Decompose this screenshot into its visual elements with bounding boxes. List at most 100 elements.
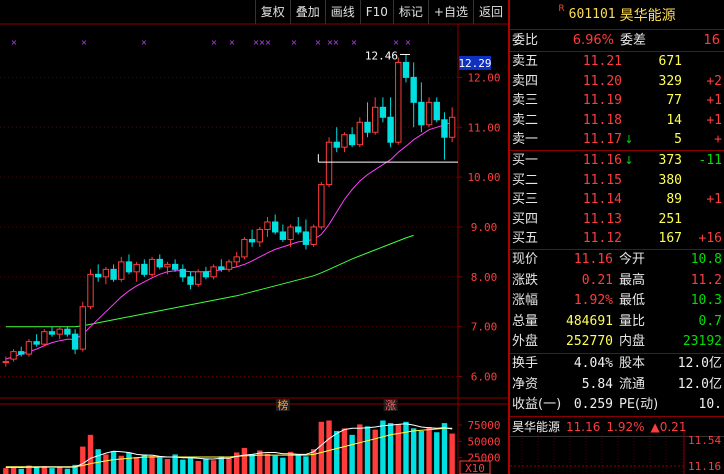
weicha-label: 委差 bbox=[620, 33, 647, 48]
candle-body bbox=[325, 141, 333, 186]
buy-order-row[interactable]: 买四 11.13 251 bbox=[510, 210, 724, 230]
add-watchlist-button[interactable]: +自选 bbox=[427, 0, 473, 24]
quote-value: 10.8 bbox=[690, 251, 722, 267]
quote-label: 净资 bbox=[512, 376, 539, 392]
overlay-button[interactable]: 叠加 bbox=[289, 0, 325, 24]
buy-volume: 373 bbox=[658, 152, 682, 168]
buy-order-row[interactable]: 买二 11.15 380 bbox=[510, 171, 724, 191]
candle-body bbox=[148, 258, 156, 275]
weibi-value: 6.96% bbox=[572, 33, 614, 48]
volume-bar bbox=[3, 468, 9, 474]
volume-bar bbox=[264, 453, 271, 474]
sell-order-row[interactable]: 卖一 11.17 ↓ 5 + bbox=[510, 130, 724, 150]
buy-order-row[interactable]: 买三 11.14 89 +1 bbox=[510, 190, 724, 210]
down-arrow-icon bbox=[622, 52, 636, 72]
volume-bar bbox=[80, 446, 86, 474]
down-arrow-icon bbox=[622, 190, 636, 210]
event-marker-icon: × bbox=[333, 38, 340, 47]
volume-bar bbox=[110, 451, 117, 474]
down-arrow-icon bbox=[622, 72, 636, 92]
stock-name: 昊华能源 bbox=[619, 7, 676, 24]
volume-bar bbox=[318, 421, 325, 474]
buy-volume: 167 bbox=[658, 231, 682, 247]
back-button[interactable]: 返回 bbox=[472, 0, 508, 24]
quote-label: 量比 bbox=[619, 313, 646, 329]
event-marker-icon: × bbox=[141, 38, 148, 47]
buy-volume-change: +1 bbox=[706, 192, 722, 208]
sell-orderbook: 卖五 11.21 671 卖四 11.20 329 +2 卖三 11.19 77 +1 卖二 11.18… bbox=[510, 52, 724, 151]
candle-body bbox=[118, 261, 125, 280]
extra-row: 换手 4.04% 股本 12.0亿 bbox=[510, 354, 724, 375]
volume-bar bbox=[87, 434, 94, 474]
volume-bar bbox=[64, 468, 71, 474]
sell-volume: 14 bbox=[666, 112, 682, 128]
volume-bar bbox=[195, 460, 201, 474]
sell-order-row[interactable]: 卖五 11.21 671 bbox=[510, 52, 724, 72]
quote-value: 1.92% bbox=[573, 293, 613, 309]
restore-rights-button[interactable]: 复权 bbox=[254, 0, 290, 24]
quote-value: 0.21 bbox=[581, 272, 613, 288]
quote-value: 252770 bbox=[566, 334, 613, 350]
volume-bar bbox=[218, 456, 224, 474]
sell-price: 11.17 bbox=[582, 132, 622, 148]
kline-chart-svg[interactable]: 12.00 11.00 10.00 9.00 8.00 7.00 6.00 × × × × × × × × ×… bbox=[0, 0, 508, 474]
candle-body bbox=[279, 231, 287, 240]
candle-body bbox=[187, 276, 194, 285]
buy-volume-change bbox=[682, 210, 722, 230]
sell-order-row[interactable]: 卖四 11.20 329 +2 bbox=[510, 72, 724, 92]
quote-label: 涨幅 bbox=[512, 293, 539, 309]
candle-body bbox=[10, 351, 17, 360]
volume-bar bbox=[295, 454, 301, 474]
high-annotation: 12.46 bbox=[365, 49, 398, 62]
volume-bar bbox=[418, 430, 425, 474]
mark-button[interactable]: 标记 bbox=[392, 0, 428, 24]
candle-body bbox=[425, 101, 433, 126]
volume-bar bbox=[49, 468, 55, 474]
quote-value: 23192 bbox=[682, 334, 722, 350]
candle-body bbox=[171, 263, 179, 270]
buy-order-row[interactable]: 买一 11.16 ↓ 373 -11 bbox=[510, 151, 724, 171]
candle-body bbox=[448, 116, 456, 138]
kline-chart[interactable]: 12.00 11.00 10.00 9.00 8.00 7.00 6.00 × × × × × × × × ×… bbox=[0, 0, 508, 474]
down-arrow-icon bbox=[622, 171, 636, 191]
volume-bar bbox=[187, 457, 194, 474]
volume-bar bbox=[364, 426, 371, 474]
candle-body bbox=[364, 121, 371, 133]
price-tick-label: 12.00 bbox=[467, 71, 500, 84]
current-price-label: 12.29 bbox=[458, 57, 491, 70]
candle-body bbox=[341, 134, 348, 148]
stock-header[interactable]: R 601101 昊华能源 bbox=[510, 0, 724, 30]
candle-body bbox=[256, 228, 263, 243]
candle-body bbox=[102, 268, 110, 278]
buy-volume-change bbox=[682, 171, 722, 191]
sell-order-row[interactable]: 卖三 11.19 77 +1 bbox=[510, 91, 724, 111]
draw-line-button[interactable]: 画线 bbox=[324, 0, 360, 24]
sell-order-row[interactable]: 卖二 11.18 14 +1 bbox=[510, 111, 724, 131]
candle-body bbox=[2, 361, 10, 364]
candle-body bbox=[195, 271, 202, 285]
mini-intraday-chart: 11.54 11.16 bbox=[510, 432, 721, 474]
event-marker-icon: × bbox=[265, 38, 272, 47]
buy-order-row[interactable]: 买五 11.12 167 +16 bbox=[510, 229, 724, 249]
sell-price: 11.20 bbox=[582, 73, 622, 89]
candle-body bbox=[71, 333, 79, 350]
extra-row: 净资 5.84 流通 12.0亿 bbox=[510, 375, 724, 396]
quote-label: 涨跌 bbox=[512, 272, 539, 288]
buy-level-label: 买五 bbox=[512, 231, 539, 247]
weibi-label: 委比 bbox=[512, 33, 539, 48]
quote-value: 5.84 bbox=[581, 376, 613, 392]
candle-body bbox=[295, 226, 302, 233]
volume-bar bbox=[203, 458, 209, 474]
candle-body bbox=[94, 273, 102, 278]
quote-label: 外盘 bbox=[512, 334, 539, 350]
quote-value: 4.04% bbox=[573, 355, 613, 371]
volume-bar bbox=[449, 433, 455, 474]
quote-value: 10. bbox=[698, 397, 722, 413]
quote-label: 最低 bbox=[619, 293, 646, 309]
quote-value: 484691 bbox=[566, 313, 613, 329]
event-marker-icon: × bbox=[291, 38, 298, 47]
f10-button[interactable]: F10 bbox=[359, 0, 393, 24]
volume-bar bbox=[133, 457, 140, 474]
quotes-row: 外盘 252770 内盘 23192 bbox=[510, 332, 724, 353]
stock-code: 601101 bbox=[568, 7, 616, 22]
